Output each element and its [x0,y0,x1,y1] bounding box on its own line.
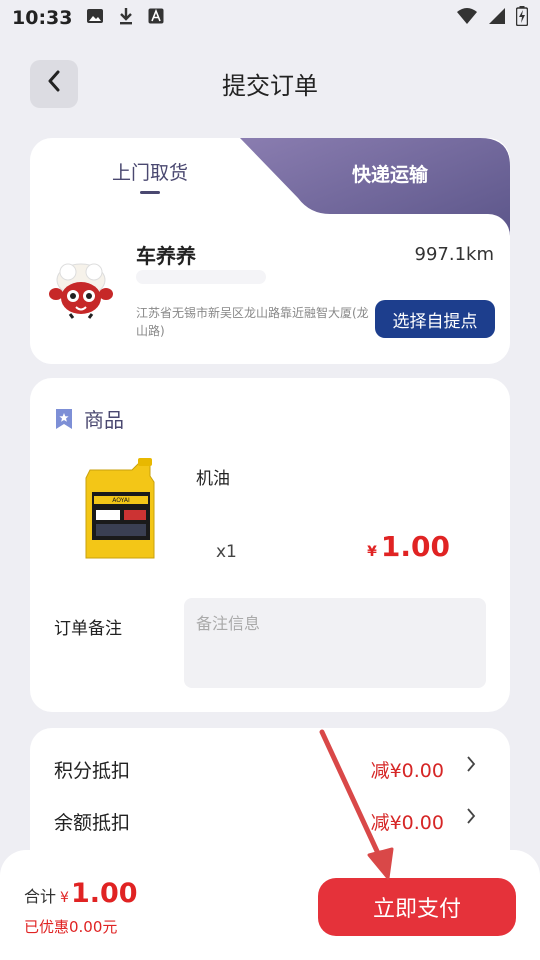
image-icon [86,8,104,28]
bookmark-star-icon [56,408,72,429]
store-distance: 997.1km [414,244,495,265]
tab-express[interactable]: 快递运输 [320,160,460,187]
download-icon [118,7,134,29]
page-title: 提交订单 [222,72,318,100]
remark-input[interactable] [184,598,486,688]
discount-text: 已优惠0.00元 [24,918,118,936]
goods-card: 商品 AOYAI 机油 x1 ¥1.00 订单备注 [30,378,510,712]
price-currency: ¥ [367,544,377,560]
balance-deduction-row[interactable]: 余额抵扣 减¥0.00 [30,800,510,840]
total-line: 合计 ¥ 1.00 [24,878,138,909]
battery-icon [515,5,529,31]
price-amount: 1.00 [380,530,450,563]
tab-pickup-underline [140,191,160,194]
delivery-card: 上门取货 快递运输 车养养 997.1km 江苏省无锡市新吴区龙山路靠近融智大厦… [30,138,510,364]
status-bar: 10:33 [0,0,540,36]
status-time: 10:33 [12,7,73,29]
balance-deduction-label: 余额抵扣 [54,812,131,834]
product-price: ¥1.00 [367,530,450,563]
store-subline-placeholder [136,270,266,284]
points-deduction-value: 减¥0.00 [370,760,444,782]
select-pickup-point-button[interactable]: 选择自提点 [375,300,495,338]
tab-pickup[interactable]: 上门取货 [30,138,270,214]
points-deduction-row[interactable]: 积分抵扣 减¥0.00 [30,748,510,788]
chevron-right-icon [466,806,476,830]
product-name: 机油 [196,469,230,489]
store-logo [49,263,113,319]
signal-icon [488,7,506,30]
svg-text:AOYAI: AOYAI [112,497,130,504]
pay-now-button[interactable]: 立即支付 [318,878,516,936]
delivery-tabs: 上门取货 快递运输 [30,138,510,244]
product-image[interactable]: AOYAI [82,458,158,562]
total-amount: 1.00 [70,878,138,909]
total-currency: ¥ [60,890,69,906]
product-quantity: x1 [216,542,237,562]
text-icon [148,8,164,28]
chevron-right-icon [466,754,476,778]
store-panel: 车养养 997.1km 江苏省无锡市新吴区龙山路靠近融智大厦(龙山路) [30,214,510,364]
points-deduction-label: 积分抵扣 [54,760,131,782]
store-address: 江苏省无锡市新吴区龙山路靠近融智大厦(龙山路) [136,306,369,338]
checkout-bar: 合计 ¥ 1.00 已优惠0.00元 立即支付 [0,850,540,960]
wifi-icon [456,7,478,30]
remark-label: 订单备注 [54,619,122,639]
goods-section-title: 商品 [84,408,124,432]
total-label: 合计 [24,887,57,906]
store-name: 车养养 [136,244,196,268]
goods-header: 商品 [54,404,124,433]
tab-pickup-label: 上门取货 [111,162,188,184]
balance-deduction-value: 减¥0.00 [370,812,444,834]
